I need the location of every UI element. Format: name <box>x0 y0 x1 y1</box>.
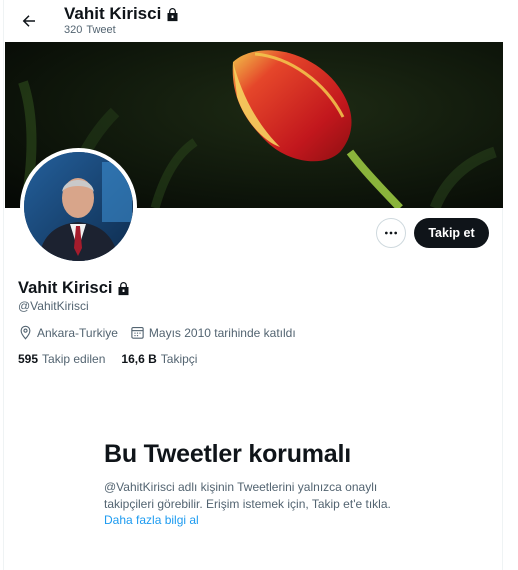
profile-stats: 595 Takip edilen 16,6 B Takipçi <box>18 352 197 366</box>
protected-text-block: @VahitKirisci adlı kişinin Tweetlerini y… <box>104 479 404 529</box>
lock-icon <box>167 7 178 21</box>
more-options-button[interactable] <box>376 218 406 248</box>
following-link[interactable]: 595 Takip edilen <box>18 352 105 366</box>
tweet-count-label: Tweet <box>86 24 116 36</box>
header-name: Vahit Kirisci <box>64 4 162 23</box>
arrow-left-icon <box>22 15 35 27</box>
avatar-photo <box>24 152 133 261</box>
profile-name: Vahit Kirisci <box>18 279 131 298</box>
location-pin-icon <box>20 325 31 340</box>
protected-notice: Bu Tweetler korumalı @VahitKirisci adlı … <box>104 440 404 529</box>
joined-text: Mayıs 2010 tarihinde katıldı <box>148 325 296 340</box>
location-item: Ankara-Turkiye <box>18 325 118 340</box>
more-icon <box>385 231 397 235</box>
protected-title: Bu Tweetler korumalı <box>104 440 351 468</box>
lock-icon <box>118 281 129 296</box>
followers-count: 16,6 B <box>121 352 157 366</box>
follow-button[interactable]: Takip et <box>414 218 489 248</box>
profile-meta: Ankara-Turkiye Mayıs 2010 tarihinde katı… <box>18 325 308 340</box>
tweet-count-value: 320 <box>64 24 83 36</box>
tweet-count: 320 Tweet <box>64 24 116 36</box>
profile-avatar[interactable] <box>20 148 137 265</box>
calendar-icon <box>131 326 144 339</box>
protected-text: @VahitKirisci adlı kişinin Tweetlerini y… <box>104 480 391 511</box>
profile-name-text: Vahit Kirisci <box>18 279 113 297</box>
following-label: Takip edilen <box>42 352 106 366</box>
header-title: Vahit Kirisci <box>64 4 180 24</box>
top-bar: Vahit Kirisci 320 Tweet <box>4 0 504 42</box>
learn-more-link[interactable]: Daha fazla bilgi al <box>104 513 199 527</box>
profile-column: Vahit Kirisci 320 Tweet Takip et Vahit K… <box>3 0 504 570</box>
followers-label: Takipçi <box>160 352 198 366</box>
location-text: Ankara-Turkiye <box>37 325 118 340</box>
back-button[interactable] <box>14 6 44 36</box>
joined-item: Mayıs 2010 tarihinde katıldı <box>130 325 296 340</box>
profile-handle: @VahitKirisci <box>18 299 89 313</box>
followers-link[interactable]: 16,6 B Takipçi <box>121 352 197 366</box>
following-count: 595 <box>18 352 39 366</box>
